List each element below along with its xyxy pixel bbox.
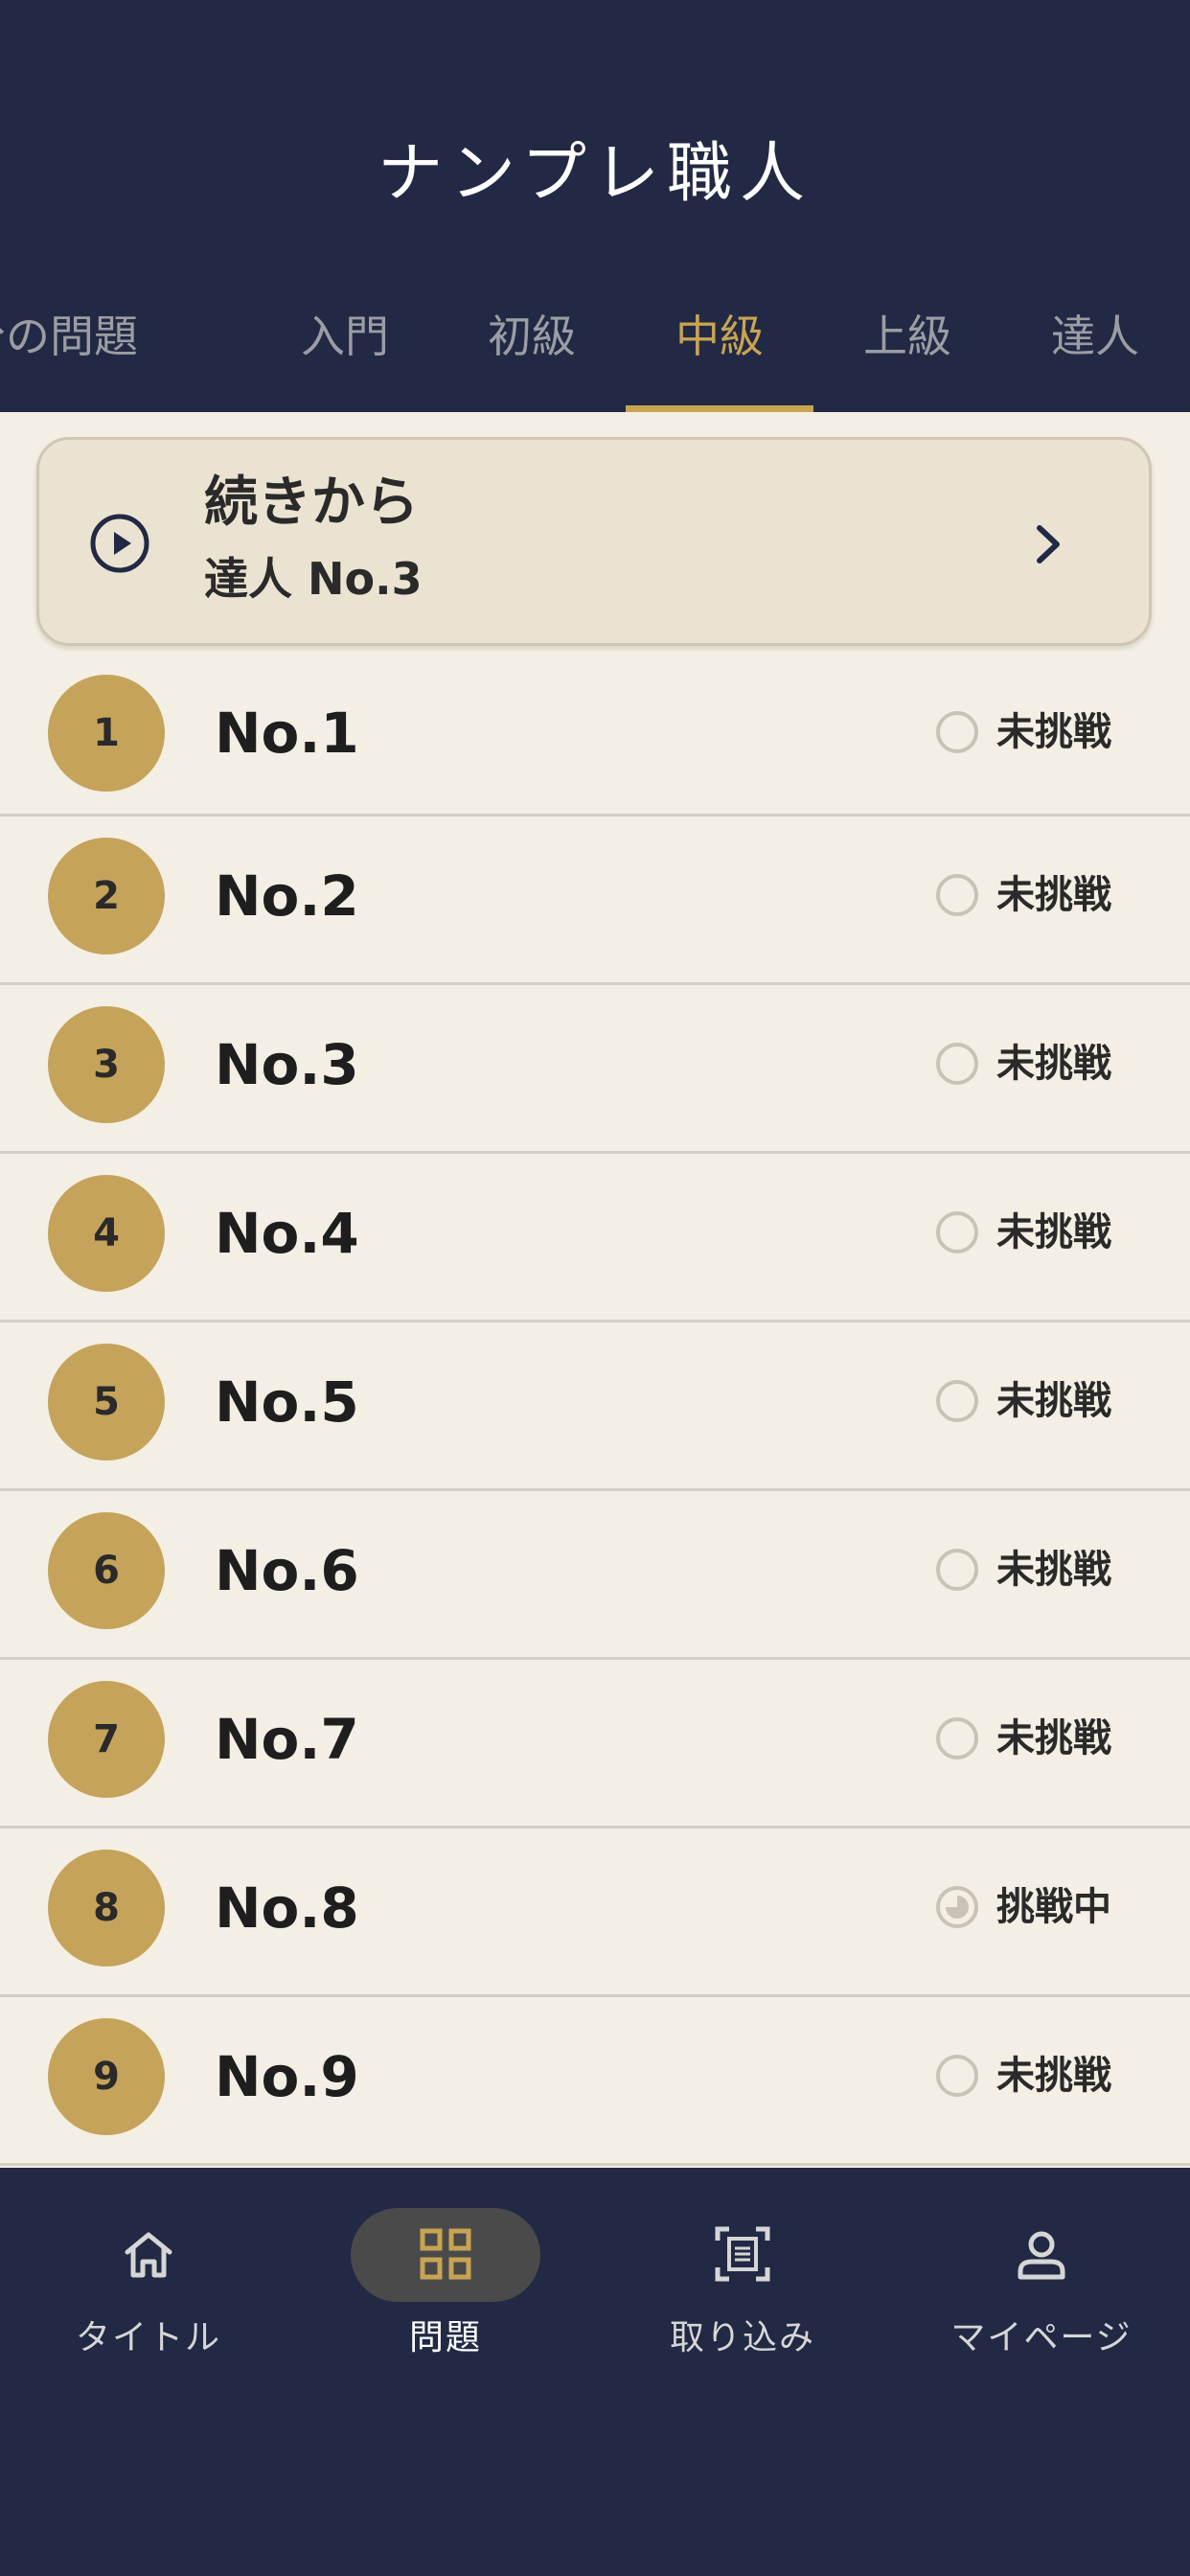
problem-row[interactable]: 1 No.1 未挑戦 [0,663,1190,816]
problem-row[interactable]: 2 No.2 未挑戦 [0,816,1190,985]
bottom-nav: タイトル 問題 取り込み マイページ [0,2168,1190,2576]
problem-number-badge: 6 [48,1512,165,1629]
empty-circle-icon [936,1211,978,1254]
problem-number-badge: 3 [48,1006,165,1123]
grid-icon [420,2228,471,2280]
tab-advanced[interactable]: 上級 [813,297,1001,412]
problem-number-badge: 1 [48,675,165,792]
difficulty-tabs: 自分の問題 入門 初級 中級 上級 達人 [0,297,1190,412]
problem-row[interactable]: 4 No.4 未挑戦 [0,1154,1190,1322]
app-title: ナンプレ職人 [378,136,812,212]
empty-circle-icon [936,1380,978,1422]
problem-status: 未挑戦 [996,1716,1111,1760]
problem-row[interactable]: 5 No.5 未挑戦 [0,1322,1190,1491]
problem-status: 未挑戦 [996,710,1111,754]
play-circle-icon [90,514,149,573]
tab-master[interactable]: 達人 [1001,297,1189,412]
problem-status: 未挑戦 [996,2054,1111,2098]
problem-row[interactable]: 9 No.9 未挑戦 [0,1997,1190,2166]
problem-number-badge: 2 [48,838,165,954]
problem-number-badge: 8 [48,1850,165,1966]
problem-label: No.6 [215,1538,359,1603]
continue-subtitle: 達人 No.3 [204,553,423,605]
empty-circle-icon [936,1717,978,1760]
problem-label: No.9 [215,2044,359,2109]
problem-label: No.7 [215,1707,359,1772]
problem-label: No.8 [215,1875,359,1941]
empty-circle-icon [936,1043,978,1085]
problem-list: 1 No.1 未挑戦 2 No.2 未挑戦 3 No.3 未挑戦 4 No.4 … [0,663,1190,2166]
problem-status: 未挑戦 [996,1042,1111,1086]
active-tab-indicator [626,405,813,412]
problem-row[interactable]: 8 No.8 挑戦中 [0,1828,1190,1997]
nav-label: タイトル [75,2318,221,2358]
problem-number-badge: 5 [48,1344,165,1460]
problem-number-badge: 7 [48,1681,165,1798]
home-icon [125,2232,172,2278]
problem-status: 未挑戦 [996,1210,1111,1254]
nav-import[interactable]: 取り込み [594,2168,891,2359]
chevron-right-icon [1037,525,1060,564]
problem-number-badge: 4 [48,1175,165,1292]
nav-label: 取り込み [669,2318,815,2358]
empty-circle-icon [936,711,978,753]
problem-label: No.1 [215,701,359,766]
problem-label: No.3 [215,1032,359,1097]
problem-row[interactable]: 3 No.3 未挑戦 [0,985,1190,1154]
empty-circle-icon [936,1549,978,1591]
continue-title: 続きから [204,472,419,534]
nav-label: マイページ [950,2318,1133,2358]
empty-circle-icon [936,2055,978,2097]
problem-label: No.2 [215,863,359,929]
problem-row[interactable]: 7 No.7 未挑戦 [0,1660,1190,1828]
scan-icon [715,2226,770,2282]
app-header: ナンプレ職人 自分の問題 入門 初級 中級 上級 達人 [0,0,1190,412]
problem-label: No.4 [215,1201,359,1266]
nav-title[interactable]: タイトル [0,2168,297,2359]
problem-number-badge: 9 [48,2018,165,2135]
tab-intermediate[interactable]: 中級 [626,297,813,412]
tab-my-problems[interactable]: 自分の問題 [0,297,138,412]
tab-elementary[interactable]: 初級 [438,297,626,412]
problem-status: 未挑戦 [996,873,1111,917]
nav-label: 問題 [408,2318,482,2358]
continue-card[interactable]: 続きから 達人 No.3 [36,437,1152,646]
problem-status: 未挑戦 [996,1379,1111,1423]
nav-problems[interactable]: 問題 [297,2168,594,2359]
person-icon [1018,2231,1065,2280]
problem-status: 挑戦中 [996,1885,1111,1929]
tab-beginner[interactable]: 入門 [251,297,439,412]
problem-label: No.5 [215,1369,359,1435]
empty-circle-icon [936,874,978,916]
partial-circle-icon [936,1886,978,1928]
problem-row[interactable]: 6 No.6 未挑戦 [0,1491,1190,1660]
nav-mypage[interactable]: マイページ [893,2168,1190,2359]
problem-status: 未挑戦 [996,1548,1111,1592]
